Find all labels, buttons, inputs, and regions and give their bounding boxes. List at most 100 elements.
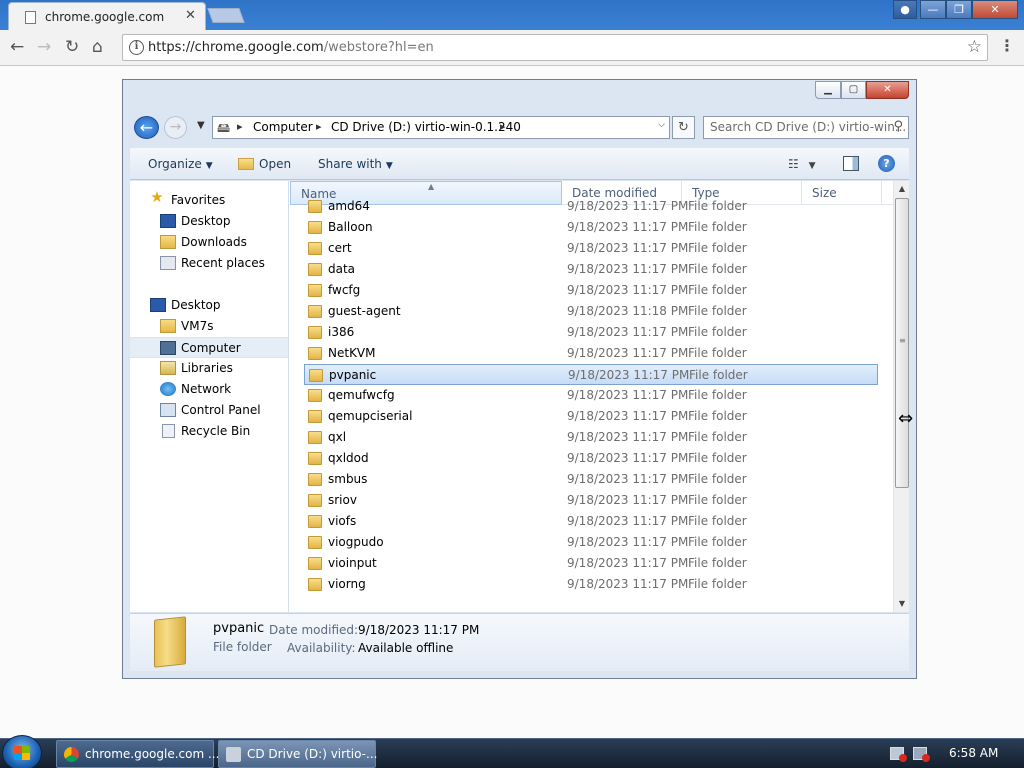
nav-label: Desktop <box>171 298 221 312</box>
breadcrumb-cd-drive[interactable]: CD Drive (D:) virtio-win-0.1.240 <box>331 120 521 134</box>
alert-icon <box>899 754 907 762</box>
explorer-back-button[interactable]: ← <box>134 116 159 139</box>
table-row[interactable]: viorng 9/18/2023 11:17 PM File folder <box>304 574 878 595</box>
table-row[interactable]: viofs 9/18/2023 11:17 PM File folder <box>304 511 878 532</box>
reload-icon[interactable]: ↻ <box>65 37 79 57</box>
table-row[interactable]: viogpudo 9/18/2023 11:17 PM File folder <box>304 532 878 553</box>
vertical-scrollbar[interactable]: ▲ ≡ ▼ <box>893 181 909 612</box>
page-icon <box>25 11 36 24</box>
table-row[interactable]: sriov 9/18/2023 11:17 PM File folder <box>304 490 878 511</box>
file-type: File folder <box>688 430 747 444</box>
file-name: viorng <box>328 577 366 591</box>
minimize-button[interactable]: — <box>920 0 946 19</box>
browser-tab[interactable]: chrome.google.com ✕ <box>8 2 206 30</box>
explorer-forward-button[interactable]: → <box>164 116 187 139</box>
breadcrumb-separator-icon[interactable]: ▸ <box>316 120 322 133</box>
organize-button[interactable]: Organize ▼ <box>148 157 213 171</box>
file-name: cert <box>328 241 352 255</box>
explorer-minimize-button[interactable]: ▁ <box>815 81 841 99</box>
file-date: 9/18/2023 11:17 PM <box>567 325 689 339</box>
file-date: 9/18/2023 11:17 PM <box>567 430 689 444</box>
nav-computer[interactable]: Computer <box>130 337 288 358</box>
table-row[interactable]: amd64 9/18/2023 11:17 PM File folder <box>304 196 878 217</box>
table-row[interactable]: i386 9/18/2023 11:17 PM File folder <box>304 322 878 343</box>
home-icon[interactable]: ⌂ <box>92 37 103 57</box>
folder-icon <box>308 347 322 360</box>
search-icon[interactable]: ⚲ <box>893 119 903 134</box>
info-icon[interactable]: i <box>129 40 144 55</box>
scroll-down-arrow-icon[interactable]: ▼ <box>894 596 910 612</box>
nav-network[interactable]: Network <box>130 379 288 400</box>
tab-close-icon[interactable]: ✕ <box>185 8 196 23</box>
browser-menu-icon[interactable]: ⋮ <box>999 36 1015 55</box>
explorer-close-button[interactable]: ✕ <box>866 81 909 99</box>
forward-arrow-icon[interactable]: → <box>37 37 51 57</box>
file-type: File folder <box>688 451 747 465</box>
profile-icon[interactable]: ● <box>893 0 917 19</box>
file-date: 9/18/2023 11:17 PM <box>567 220 689 234</box>
table-row[interactable]: fwcfg 9/18/2023 11:17 PM File folder <box>304 280 878 301</box>
table-row[interactable]: cert 9/18/2023 11:17 PM File folder <box>304 238 878 259</box>
table-row[interactable]: qxldod 9/18/2023 11:17 PM File folder <box>304 448 878 469</box>
explorer-search-input[interactable]: Search CD Drive (D:) virtio-win... ⚲ <box>703 116 909 139</box>
table-row[interactable]: vioinput 9/18/2023 11:17 PM File folder <box>304 553 878 574</box>
grip-icon: ≡ <box>899 336 906 345</box>
nav-vm7s[interactable]: VM7s <box>130 316 288 337</box>
table-row[interactable]: qxl 9/18/2023 11:17 PM File folder <box>304 427 878 448</box>
address-bar[interactable]: i https://chrome.google.com/webstore?hl=… <box>122 34 988 61</box>
nav-desktop[interactable]: Desktop <box>130 295 288 316</box>
table-row[interactable]: NetKVM 9/18/2023 11:17 PM File folder <box>304 343 878 364</box>
table-row[interactable]: Balloon 9/18/2023 11:17 PM File folder <box>304 217 878 238</box>
nav-downloads[interactable]: Downloads <box>130 232 288 253</box>
table-row[interactable]: guest-agent 9/18/2023 11:18 PM File folder <box>304 301 878 322</box>
change-view-icon[interactable]: ☷ ▼ <box>788 157 816 171</box>
table-row[interactable]: qemufwcfg 9/18/2023 11:17 PM File folder <box>304 385 878 406</box>
file-name: i386 <box>328 325 355 339</box>
file-date: 9/18/2023 11:17 PM <box>567 199 689 213</box>
maximize-button[interactable]: ❐ <box>946 0 972 19</box>
back-arrow-icon[interactable]: ← <box>10 37 24 57</box>
folder-icon <box>308 452 322 465</box>
browser-window-controls: ● — ❐ ✕ <box>893 0 1018 20</box>
share-with-button[interactable]: Share with ▼ <box>318 157 393 171</box>
nav-libraries[interactable]: Libraries <box>130 358 288 379</box>
start-button[interactable] <box>2 735 42 768</box>
file-type: File folder <box>688 556 747 570</box>
nav-recycle-bin[interactable]: Recycle Bin <box>130 421 288 442</box>
breadcrumb-computer[interactable]: Computer <box>253 120 313 134</box>
volume-muted-icon[interactable] <box>913 747 930 762</box>
table-row[interactable]: pvpanic 9/18/2023 11:17 PM File folder <box>304 364 878 385</box>
close-button[interactable]: ✕ <box>972 0 1018 19</box>
file-date: 9/18/2023 11:17 PM <box>567 472 689 486</box>
nav-desktop-favorite[interactable]: Desktop <box>130 211 288 232</box>
file-date: 9/18/2023 11:17 PM <box>567 493 689 507</box>
preview-pane-icon[interactable] <box>843 156 859 171</box>
breadcrumb-separator-icon[interactable]: ▸ <box>500 120 506 133</box>
table-row[interactable]: smbus 9/18/2023 11:17 PM File folder <box>304 469 878 490</box>
address-history-dropdown-icon[interactable]: ⌵ <box>658 120 665 130</box>
taskbar-chrome[interactable]: chrome.google.com ... <box>56 740 219 768</box>
action-center-icon[interactable] <box>890 747 907 762</box>
nav-recent-places[interactable]: Recent places <box>130 253 288 274</box>
file-date: 9/18/2023 11:17 PM <box>567 451 689 465</box>
breadcrumb-separator-icon[interactable]: ▸ <box>237 120 243 133</box>
recent-pages-dropdown-icon[interactable]: ▼ <box>197 120 205 131</box>
file-list-pane: ▲ Name Date modified Type Size amd64 9/18… <box>290 181 909 612</box>
table-row[interactable]: data 9/18/2023 11:17 PM File folder <box>304 259 878 280</box>
new-tab-button[interactable] <box>207 8 245 23</box>
refresh-button[interactable]: ↻ <box>672 116 695 139</box>
file-name: vioinput <box>328 556 377 570</box>
help-icon[interactable]: ? <box>878 155 895 172</box>
explorer-maximize-button[interactable]: ▢ <box>841 81 866 99</box>
open-button[interactable]: Open <box>238 157 291 171</box>
table-row[interactable]: qemupciserial 9/18/2023 11:17 PM File fold… <box>304 406 878 427</box>
nav-control-panel[interactable]: Control Panel <box>130 400 288 421</box>
bookmark-star-icon[interactable]: ☆ <box>967 37 982 57</box>
scroll-up-arrow-icon[interactable]: ▲ <box>894 181 910 197</box>
clock[interactable]: 6:58 AM <box>949 746 998 760</box>
scrollbar-thumb[interactable]: ≡ <box>895 198 909 488</box>
nav-favorites[interactable]: ★ Favorites <box>130 190 288 211</box>
taskbar-explorer[interactable]: CD Drive (D:) virtio-... <box>218 740 377 768</box>
explorer-address-bar[interactable]: 🖴 ▸ Computer ▸ CD Drive (D:) virtio-win-… <box>212 116 670 139</box>
nav-label: Desktop <box>181 214 231 228</box>
